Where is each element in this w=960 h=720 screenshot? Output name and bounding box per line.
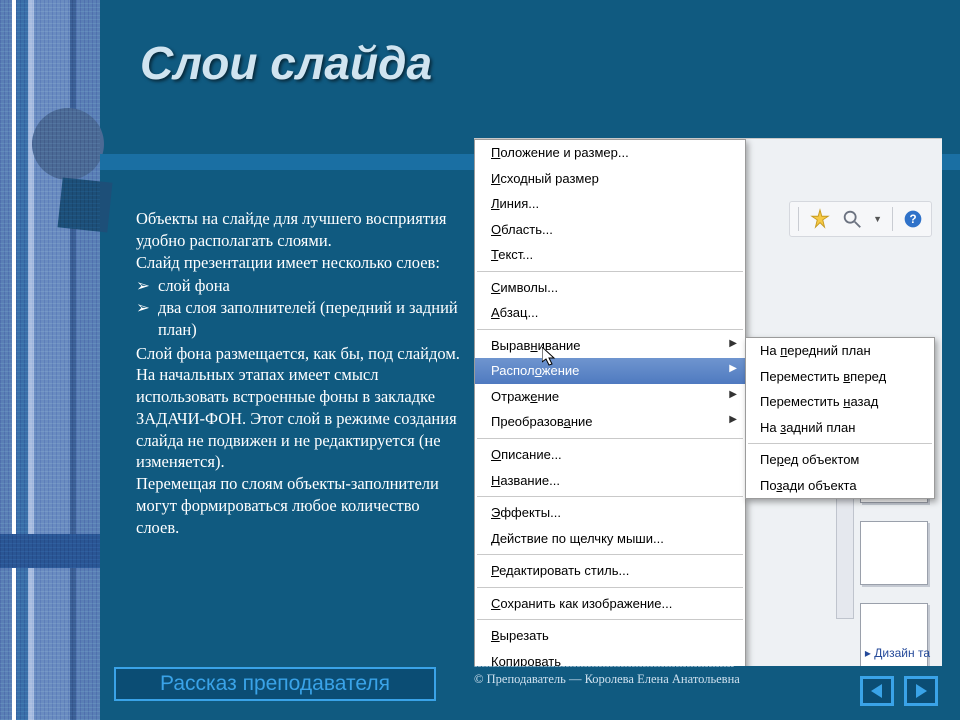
submenu-item[interactable]: Переместить вперед [746,364,934,390]
menu-separator [477,554,743,555]
menu-separator [477,587,743,588]
toolbar-separator [892,207,893,231]
context-menu-item[interactable]: Выравнивание [475,333,745,359]
context-menu-item[interactable]: Эффекты... [475,500,745,526]
ornament-circle [32,108,104,180]
submenu-item[interactable]: Перед объектом [746,447,934,473]
submenu-item[interactable]: Переместить назад [746,389,934,415]
decorative-left-strip [0,0,100,720]
bullet-item: два слоя заполнителей (передний и задний… [158,297,466,341]
menu-separator [748,443,932,444]
thumbnail[interactable] [860,521,928,585]
context-menu: Положение и размер...Исходный размерЛини… [474,139,746,666]
context-menu-item[interactable]: Преобразование [475,409,745,435]
help-icon[interactable]: ? [903,209,923,229]
submenu-item[interactable]: На передний план [746,338,934,364]
toolbar: ▼ ? [789,201,932,237]
body-p4: Перемещая по слоям объекты-заполнители м… [136,473,466,538]
context-submenu: На передний планПереместить впередПереме… [745,337,935,499]
dropdown-icon[interactable]: ▼ [873,214,882,224]
menu-separator [477,271,743,272]
menu-separator [477,496,743,497]
context-menu-item[interactable]: Линия... [475,191,745,217]
context-menu-item[interactable]: Отражение [475,384,745,410]
body-p1: Объекты на слайде для лучшего восприятия… [136,208,466,252]
context-menu-item[interactable]: Действие по щелчку мыши... [475,526,745,552]
menu-separator [477,619,743,620]
design-pane-label[interactable]: Дизайн та [865,646,930,660]
context-menu-item[interactable]: Описание... [475,442,745,468]
menu-separator [477,329,743,330]
context-menu-item[interactable]: Исходный размер [475,166,745,192]
menu-separator [477,438,743,439]
prev-slide-button[interactable] [860,676,894,706]
context-menu-item[interactable]: Символы... [475,275,745,301]
bullet-item: слой фона [158,275,466,297]
submenu-item[interactable]: Позади объекта [746,473,934,499]
next-slide-button[interactable] [904,676,938,706]
context-menu-item[interactable]: Сохранить как изображение... [475,591,745,617]
slide-body: Объекты на слайде для лучшего восприятия… [136,208,466,538]
submenu-item[interactable]: На задний план [746,415,934,441]
context-menu-item[interactable]: Название... [475,468,745,494]
body-p2: Слайд презентации имеет несколько слоев: [136,252,466,274]
context-menu-item[interactable]: Область... [475,217,745,243]
context-menu-item[interactable]: Абзац... [475,300,745,326]
ornament-square [58,178,113,233]
zoom-icon[interactable] [841,208,863,230]
embedded-screenshot: ▼ ? Дизайн та Положение и размер...Исход… [474,138,942,666]
story-box[interactable]: Рассказ преподавателя [114,667,436,701]
context-menu-item[interactable]: Копировать [475,649,745,666]
body-p3: Слой фона размещается, как бы, под слайд… [136,343,466,474]
context-menu-item[interactable]: Расположение [475,358,745,384]
toolbar-separator [798,207,799,231]
ornament-rect [0,534,100,568]
star-icon[interactable] [809,208,831,230]
footer-credit: © Преподаватель — Королева Елена Анатоль… [474,672,740,687]
body-bullets: слой фона два слоя заполнителей (передни… [158,275,466,340]
svg-text:?: ? [909,213,916,226]
context-menu-item[interactable]: Текст... [475,242,745,268]
slide-title: Слои слайда [140,36,432,90]
nav-arrows [860,676,938,706]
context-menu-item[interactable]: Редактировать стиль... [475,558,745,584]
context-menu-item[interactable]: Вырезать [475,623,745,649]
context-menu-item[interactable]: Положение и размер... [475,140,745,166]
